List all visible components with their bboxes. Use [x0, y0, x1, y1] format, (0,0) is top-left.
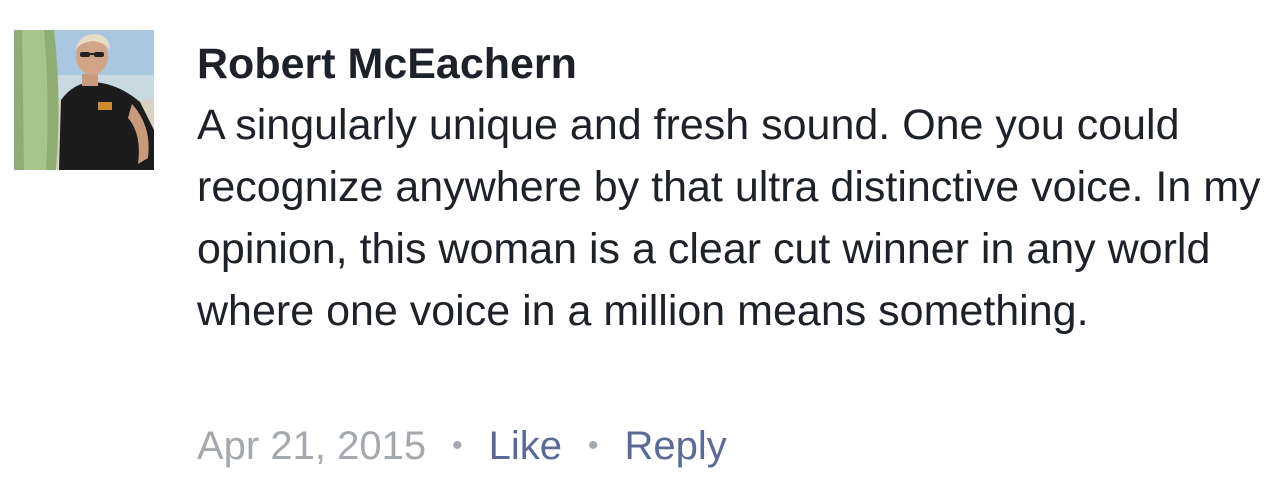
comment-actions: Apr 21, 2015 • Like • Reply: [197, 420, 727, 472]
separator-dot: •: [452, 429, 463, 462]
separator-dot: •: [587, 429, 599, 462]
reply-button[interactable]: Reply: [624, 424, 726, 468]
comment: Robert McEachern A singularly unique and…: [0, 0, 1279, 485]
comment-body: Robert McEachern A singularly unique and…: [197, 38, 1277, 342]
timestamp[interactable]: Apr 21, 2015: [197, 424, 426, 468]
comment-text: A singularly unique and fresh sound. One…: [197, 101, 1261, 335]
like-button[interactable]: Like: [489, 424, 562, 468]
avatar-photo: [14, 30, 154, 170]
author-name[interactable]: Robert McEachern: [197, 38, 1277, 90]
avatar[interactable]: [14, 30, 154, 170]
